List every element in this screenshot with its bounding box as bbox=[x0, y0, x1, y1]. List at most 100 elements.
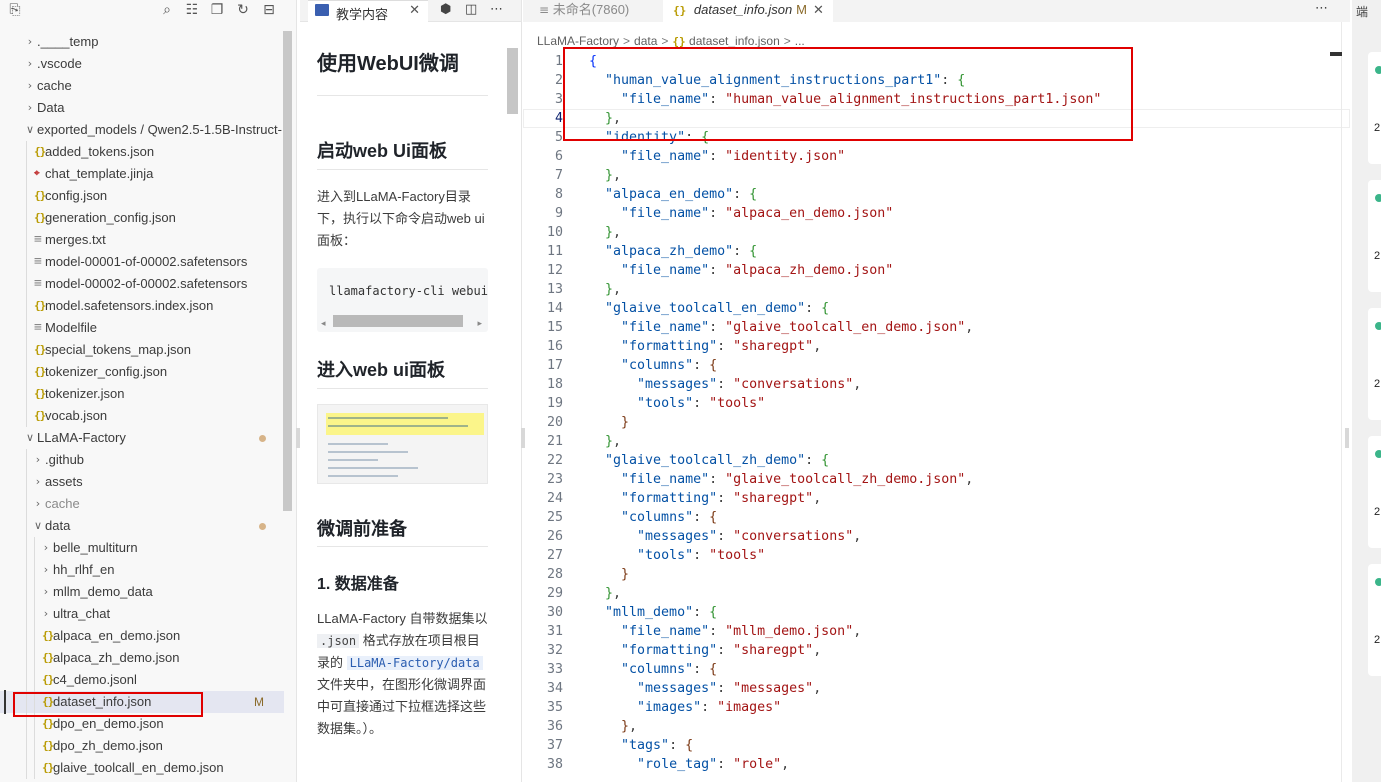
tree-file[interactable]: {} added_tokens.json bbox=[0, 141, 284, 163]
chevron-right-icon[interactable]: › bbox=[40, 581, 52, 603]
tree-folder[interactable]: › .github bbox=[0, 449, 284, 471]
chat-card[interactable]: 2 bbox=[1368, 436, 1381, 548]
code-line[interactable]: 24 "formatting": "sharegpt", bbox=[523, 489, 1350, 508]
tree-file[interactable]: {} tokenizer_config.json bbox=[0, 361, 284, 383]
code-line[interactable]: 20 } bbox=[523, 413, 1350, 432]
code-line[interactable]: 18 "messages": "conversations", bbox=[523, 375, 1350, 394]
tab-untitled[interactable]: ≡ 未命名(7860) bbox=[531, 0, 659, 22]
chevron-right-icon[interactable]: › bbox=[40, 603, 52, 625]
breadcrumb-item[interactable]: LLaMA-Factory bbox=[537, 34, 619, 48]
code-line[interactable]: 29 }, bbox=[523, 584, 1350, 603]
code-line[interactable]: 10 }, bbox=[523, 223, 1350, 242]
chevron-right-icon[interactable]: › bbox=[32, 449, 44, 471]
breadcrumb-item[interactable]: data bbox=[634, 34, 657, 48]
code-line[interactable]: 21 }, bbox=[523, 432, 1350, 451]
settings-icon[interactable]: ⬢ bbox=[440, 2, 451, 17]
tree-folder[interactable]: ∨ data bbox=[0, 515, 284, 537]
code-line[interactable]: 25 "columns": { bbox=[523, 508, 1350, 527]
code-line[interactable]: 4 }, bbox=[523, 109, 1350, 128]
tree-file[interactable]: {} dataset_info.json M bbox=[0, 691, 284, 713]
more-actions-icon[interactable]: ⋯ bbox=[1315, 0, 1328, 16]
tree-folder[interactable]: › ultra_chat bbox=[0, 603, 284, 625]
tree-file[interactable]: {} config.json bbox=[0, 185, 284, 207]
tree-folder[interactable]: › Data bbox=[0, 97, 284, 119]
tree-file[interactable]: {} tokenizer.json bbox=[0, 383, 284, 405]
tree-folder[interactable]: › .vscode bbox=[0, 53, 284, 75]
tree-file[interactable]: ⌖ chat_template.jinja bbox=[0, 163, 284, 185]
tree-folder[interactable]: ∨ exported_models / Qwen2.5-1.5B-Instruct… bbox=[0, 119, 293, 141]
tab-dataset-info[interactable]: {} dataset_info.json M ✕ bbox=[663, 0, 833, 22]
files-icon[interactable]: ⎘ bbox=[6, 1, 24, 19]
tab-teaching-content[interactable]: 教学内容 ✕ bbox=[308, 0, 428, 22]
chat-card[interactable]: 2 bbox=[1368, 180, 1381, 292]
breadcrumb-item[interactable]: ... bbox=[795, 34, 805, 48]
tree-folder[interactable]: › belle_multiturn bbox=[0, 537, 284, 559]
code-line[interactable]: 1{ bbox=[523, 52, 1350, 71]
tree-file[interactable]: ≡ merges.txt bbox=[0, 229, 284, 251]
code-line[interactable]: 14 "glaive_toolcall_en_demo": { bbox=[523, 299, 1350, 318]
tree-folder[interactable]: › .____temp bbox=[0, 31, 284, 53]
code-line[interactable]: 32 "formatting": "sharegpt", bbox=[523, 641, 1350, 660]
tree-file[interactable]: {} alpaca_zh_demo.json bbox=[0, 647, 284, 669]
tree-folder[interactable]: ∨ LLaMA-Factory bbox=[0, 427, 284, 449]
chevron-right-icon[interactable]: › bbox=[40, 537, 52, 559]
chevron-down-icon[interactable]: ∨ bbox=[24, 427, 36, 449]
code-line[interactable]: 19 "tools": "tools" bbox=[523, 394, 1350, 413]
code-line[interactable]: 2 "human_value_alignment_instructions_pa… bbox=[523, 71, 1350, 90]
panel-sash[interactable] bbox=[296, 428, 300, 448]
scroll-left-icon[interactable]: ◂ bbox=[321, 318, 326, 329]
split-editor-icon[interactable]: ◫ bbox=[465, 2, 477, 17]
code-line[interactable]: 33 "columns": { bbox=[523, 660, 1350, 679]
chevron-right-icon[interactable]: › bbox=[24, 75, 36, 97]
tree-file[interactable]: ≡ model-00002-of-00002.safetensors bbox=[0, 273, 284, 295]
scroll-right-icon[interactable]: ▸ bbox=[477, 318, 482, 329]
chevron-right-icon[interactable]: › bbox=[32, 471, 44, 493]
code-line[interactable]: 5 "identity": { bbox=[523, 128, 1350, 147]
tree-file[interactable]: {} generation_config.json bbox=[0, 207, 284, 229]
code-line[interactable]: 11 "alpaca_zh_demo": { bbox=[523, 242, 1350, 261]
close-icon[interactable]: ✕ bbox=[409, 3, 420, 18]
chevron-right-icon[interactable]: › bbox=[24, 97, 36, 119]
code-hscrollbar[interactable] bbox=[333, 315, 463, 327]
search-icon[interactable]: ⌕ bbox=[158, 1, 176, 19]
chevron-down-icon[interactable]: ∨ bbox=[32, 515, 44, 537]
tree-folder[interactable]: › assets bbox=[0, 471, 284, 493]
new-file-icon[interactable]: ☷ bbox=[183, 1, 201, 19]
code-line[interactable]: 26 "messages": "conversations", bbox=[523, 527, 1350, 546]
code-line[interactable]: 13 }, bbox=[523, 280, 1350, 299]
chevron-right-icon[interactable]: › bbox=[32, 493, 44, 515]
tree-file[interactable]: {} glaive_toolcall_en_demo.json bbox=[0, 757, 284, 779]
explorer-scrollbar[interactable] bbox=[283, 31, 292, 511]
tree-folder[interactable]: › mllm_demo_data bbox=[0, 581, 284, 603]
tree-folder[interactable]: › cache bbox=[0, 75, 284, 97]
new-folder-icon[interactable]: ❐ bbox=[208, 1, 226, 19]
chevron-right-icon[interactable]: › bbox=[24, 31, 36, 53]
tree-folder[interactable]: › cache bbox=[0, 493, 284, 515]
panel-sash[interactable] bbox=[521, 428, 525, 448]
code-line[interactable]: 34 "messages": "messages", bbox=[523, 679, 1350, 698]
more-actions-icon[interactable]: ⋯ bbox=[490, 2, 503, 17]
tree-file[interactable]: {} special_tokens_map.json bbox=[0, 339, 284, 361]
panel-sash[interactable] bbox=[1345, 428, 1349, 448]
code-line[interactable]: 7 }, bbox=[523, 166, 1350, 185]
chevron-right-icon[interactable]: › bbox=[24, 53, 36, 75]
tree-folder[interactable]: › hh_rlhf_en bbox=[0, 559, 284, 581]
code-line[interactable]: 36 }, bbox=[523, 717, 1350, 736]
code-line[interactable]: 6 "file_name": "identity.json" bbox=[523, 147, 1350, 166]
code-line[interactable]: 12 "file_name": "alpaca_zh_demo.json" bbox=[523, 261, 1350, 280]
code-line[interactable]: 15 "file_name": "glaive_toolcall_en_demo… bbox=[523, 318, 1350, 337]
code-line[interactable]: 30 "mllm_demo": { bbox=[523, 603, 1350, 622]
tree-file[interactable]: ≡ Modelfile bbox=[0, 317, 284, 339]
close-icon[interactable]: ✕ bbox=[813, 3, 824, 18]
code-line[interactable]: 17 "columns": { bbox=[523, 356, 1350, 375]
breadcrumb-item[interactable]: dataset_info.json bbox=[689, 34, 780, 48]
code-line[interactable]: 38 "role_tag": "role", bbox=[523, 755, 1350, 774]
tree-file[interactable]: {} dpo_en_demo.json bbox=[0, 713, 284, 735]
chevron-right-icon[interactable]: › bbox=[40, 559, 52, 581]
tree-file[interactable]: ≡ model-00001-of-00002.safetensors bbox=[0, 251, 284, 273]
chat-card[interactable]: 2 bbox=[1368, 564, 1381, 676]
code-line[interactable]: 31 "file_name": "mllm_demo.json", bbox=[523, 622, 1350, 641]
code-line[interactable]: 37 "tags": { bbox=[523, 736, 1350, 755]
chat-card[interactable]: 2 bbox=[1368, 52, 1381, 164]
code-line[interactable]: 22 "glaive_toolcall_zh_demo": { bbox=[523, 451, 1350, 470]
